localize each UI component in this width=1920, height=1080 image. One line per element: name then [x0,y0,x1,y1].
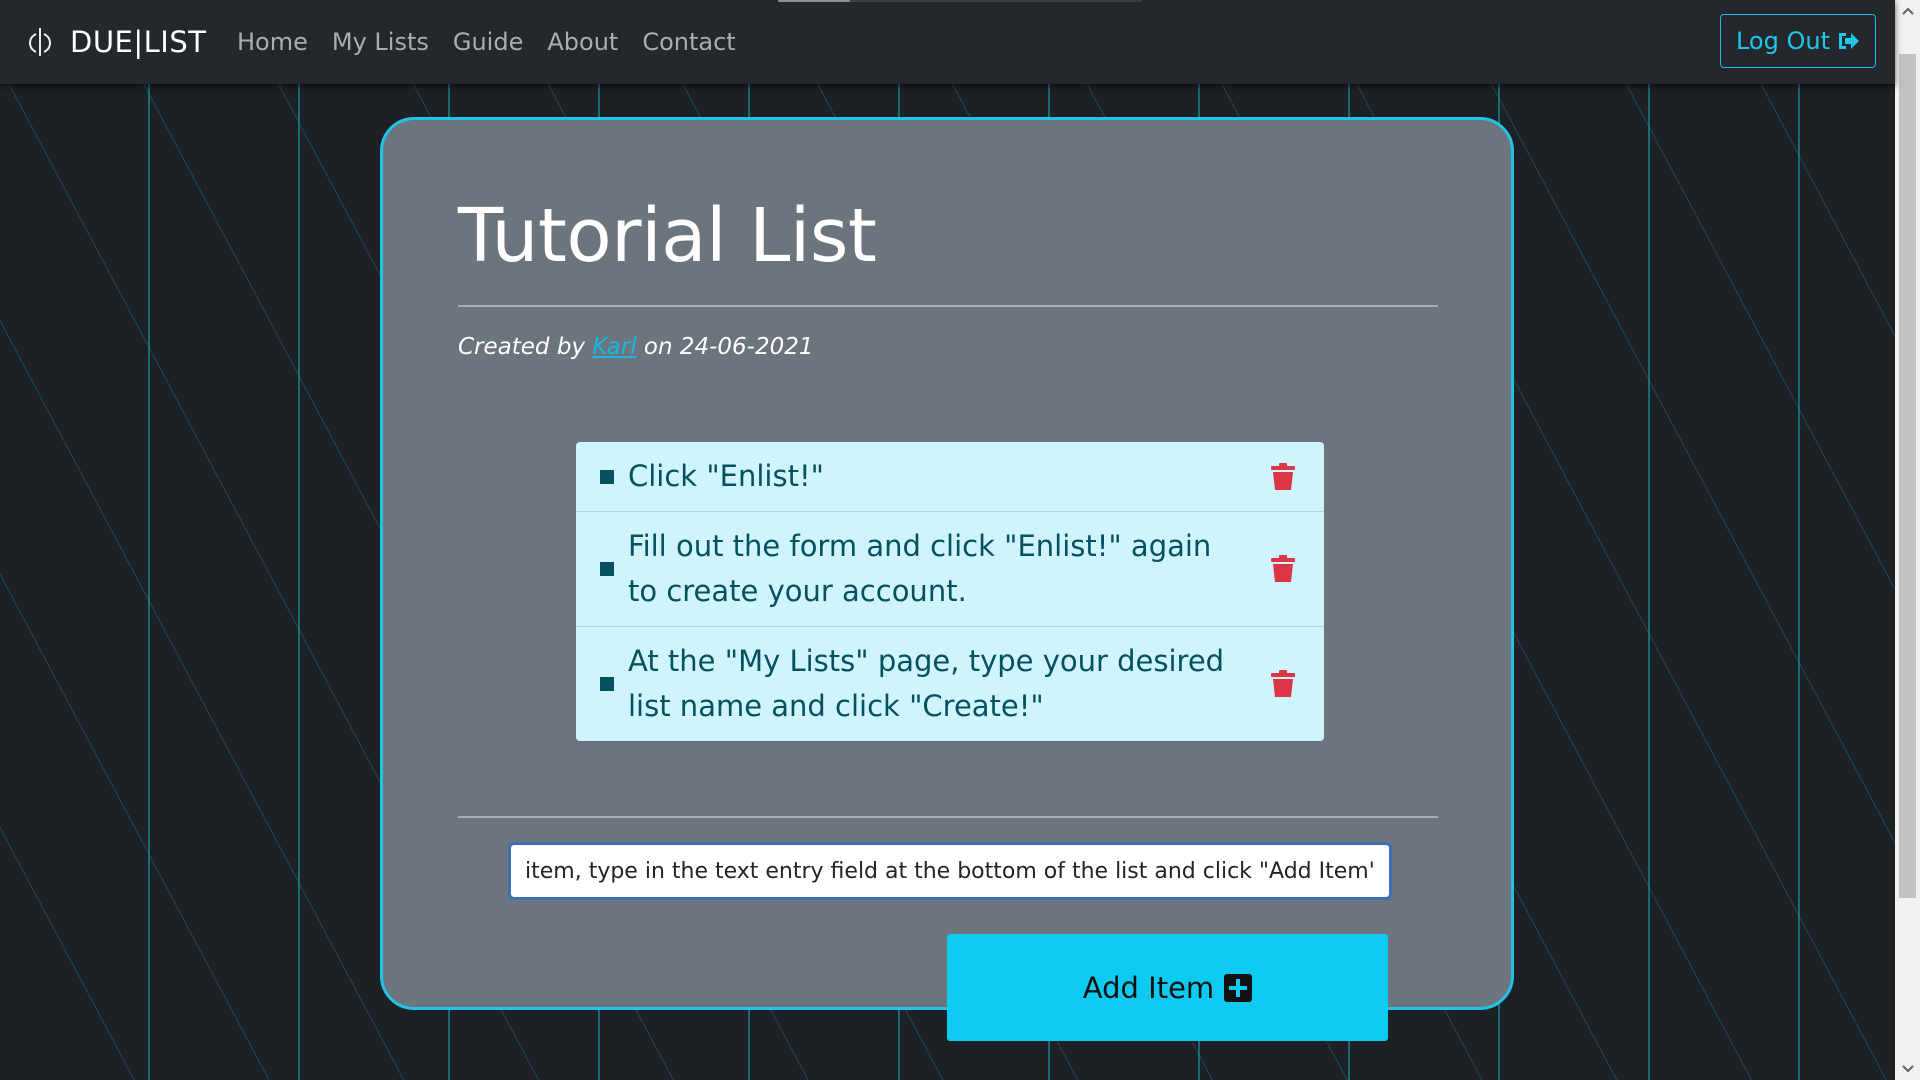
brand-name: DUE|LIST [70,25,207,59]
nav-home-link[interactable]: Home [237,22,308,62]
list-item: At the "My Lists" page, type your desire… [576,627,1324,741]
list-item-text: At the "My Lists" page, type your desire… [628,644,1225,723]
list-item: Click "Enlist!" [576,442,1324,512]
navbar: DUE|LIST Home My Lists Guide About Conta… [0,0,1895,84]
todo-list: Click "Enlist!" Fill out the form and cl… [576,442,1324,741]
square-bullet-icon [600,469,614,484]
trash-icon[interactable] [1270,670,1296,698]
chevron-up-icon [1901,7,1914,15]
logout-label: Log Out [1735,27,1830,55]
sign-out-icon [1839,33,1859,49]
scrollbar[interactable] [1895,0,1920,1080]
nav-contact-link[interactable]: Contact [642,22,735,62]
square-bullet-icon [600,677,614,691]
list-card: Tutorial List Created by Karl on 24-06-2… [380,117,1514,1010]
add-item-button[interactable]: Add Item [947,934,1388,1041]
list-title: Tutorial List [458,193,877,279]
nav-links: Home My Lists Guide About Contact [237,22,736,62]
nav-guide-link[interactable]: Guide [453,22,523,62]
created-prefix: Created by [458,334,586,360]
trash-icon[interactable] [1270,462,1296,491]
square-bullet-icon [600,562,614,576]
list-item-text: Click "Enlist!" [628,459,824,493]
brand[interactable]: DUE|LIST [24,18,206,66]
trash-icon[interactable] [1270,555,1296,583]
nav-my-lists-link[interactable]: My Lists [332,22,429,62]
new-item-input[interactable] [508,842,1392,900]
title-divider [458,305,1438,307]
list-meta: Created by Karl on 24-06-2021 [458,334,814,360]
chevron-down-icon [1901,1065,1914,1073]
nav-progress-indicator [778,0,1142,2]
author-link[interactable]: Karl [592,334,636,360]
created-date: on 24-06-2021 [643,334,814,360]
scroll-up-arrow[interactable] [1895,0,1920,22]
list-item: Fill out the form and click "Enlist!" ag… [576,512,1324,627]
input-divider [458,816,1438,818]
logout-button[interactable]: Log Out [1720,14,1876,68]
list-item-text: Fill out the form and click "Enlist!" ag… [628,529,1212,608]
nav-about-link[interactable]: About [547,22,618,62]
scrollbar-thumb[interactable] [1899,54,1916,898]
add-item-label: Add Item [1082,970,1215,1005]
brand-logo-icon [29,28,51,56]
plus-square-icon [1224,973,1253,1002]
scroll-down-arrow[interactable] [1895,1058,1920,1080]
